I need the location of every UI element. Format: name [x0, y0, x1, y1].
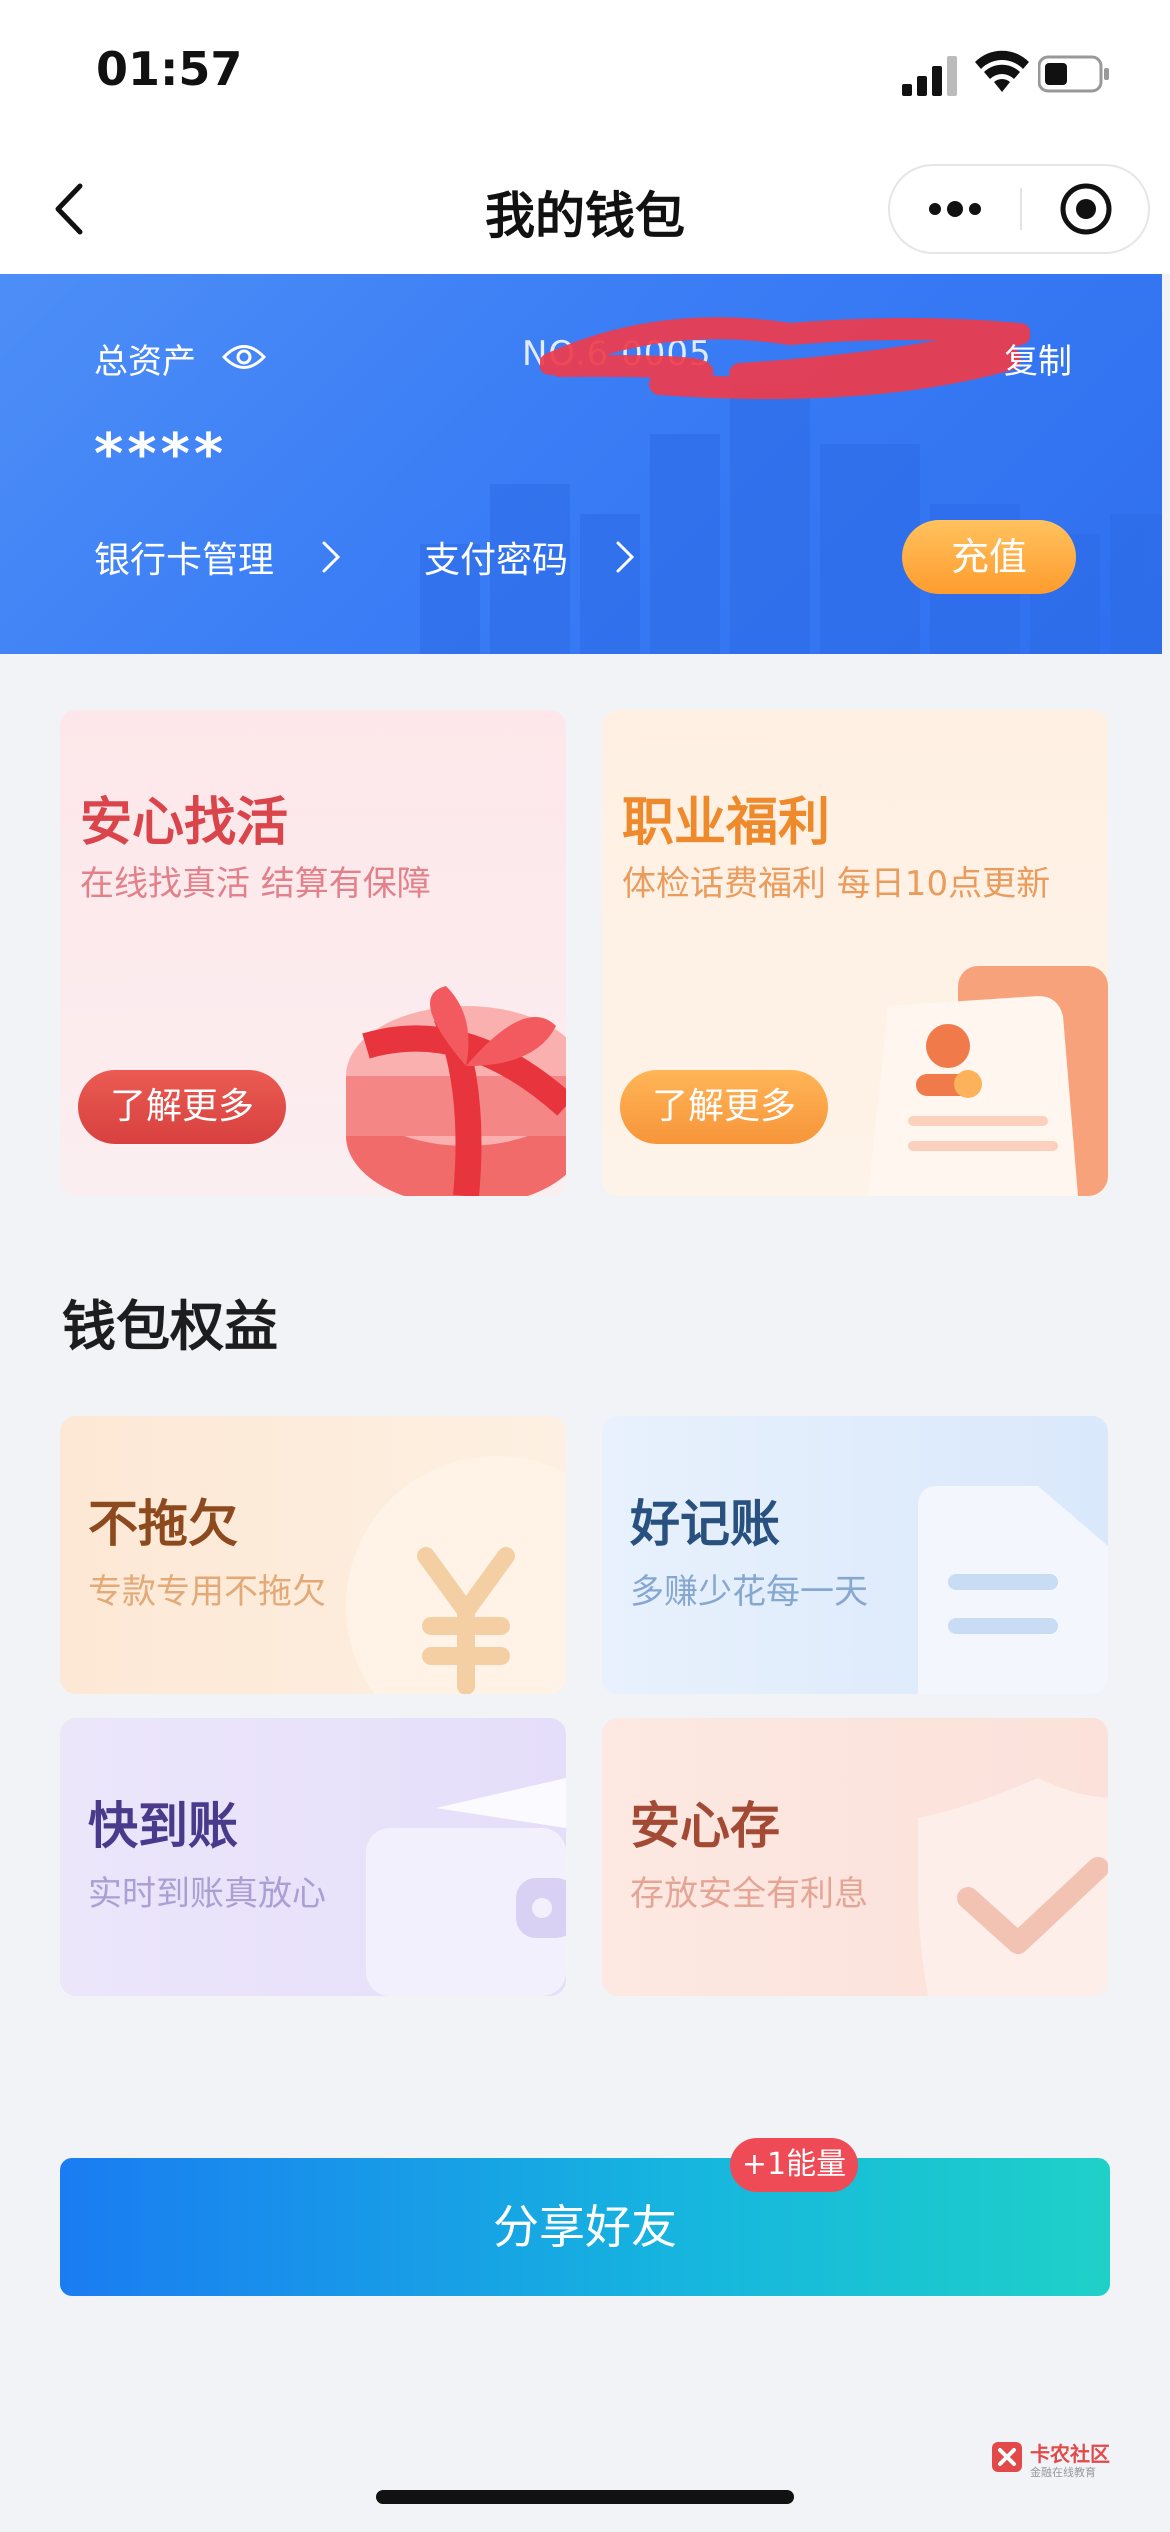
benefit-description: 多赚少花每一天 [630, 1572, 868, 1612]
benefit-card-bookkeeping[interactable]: 好记账 多赚少花每一天 [602, 1416, 1108, 1694]
benefit-description: 存放安全有利息 [630, 1874, 868, 1914]
home-indicator [376, 2490, 794, 2504]
wallet-icon [366, 1778, 566, 1996]
benefit-description: 实时到账真放心 [88, 1874, 326, 1914]
recharge-button[interactable]: 充值 [902, 520, 1076, 594]
wallet-page: 01:57 我的钱包 总资产 NO.6 0005 复制 **** 银行卡管理 支… [0, 0, 1170, 2532]
status-time: 01:57 [96, 42, 243, 96]
mini-program-capsule [888, 164, 1150, 254]
watermark-logo-icon [992, 2442, 1022, 2472]
total-assets-label: 总资产 [94, 342, 196, 382]
wallet-header: 总资产 NO.6 0005 复制 **** 银行卡管理 支付密码 充值 [0, 274, 1162, 654]
more-dots-icon [929, 201, 981, 217]
community-watermark: 卡农社区 金融在线教育 [990, 2436, 1110, 2486]
promo-card-find-work[interactable]: 安心找活 在线找真活 结算有保障 了解更多 [60, 710, 566, 1196]
benefit-card-fast-arrival[interactable]: 快到账 实时到账真放心 [60, 1718, 566, 1996]
redaction-scribble [540, 317, 1030, 400]
benefit-card-safe-deposit[interactable]: 安心存 存放安全有利息 [602, 1718, 1108, 1996]
watermark-name: 卡农社区 [1030, 2442, 1110, 2466]
benefit-title: 安心存 [630, 1797, 780, 1855]
section-title: 钱包权益 [62, 1295, 278, 1358]
bank-card-management-label: 银行卡管理 [94, 540, 275, 581]
document-icon [918, 1486, 1108, 1694]
energy-reward-badge: +1能量 [730, 2138, 858, 2192]
learn-more-button[interactable]: 了解更多 [78, 1070, 286, 1144]
promo-title: 职业福利 [622, 793, 831, 853]
profile-document-icon [868, 966, 1108, 1196]
wifi-icon [975, 50, 1029, 92]
cellular-signal-icon [902, 56, 957, 96]
promo-title: 安心找活 [80, 793, 289, 853]
benefit-title: 好记账 [630, 1495, 780, 1553]
benefit-card-no-arrears[interactable]: 不拖欠 专款专用不拖欠 [60, 1416, 566, 1694]
payment-password-link[interactable]: 支付密码 [424, 532, 636, 582]
eye-icon[interactable] [222, 340, 266, 374]
close-mini-program-button[interactable] [1022, 166, 1150, 252]
target-close-icon [1060, 183, 1112, 235]
status-bar: 01:57 [0, 0, 1170, 140]
bank-card-management-link[interactable]: 银行卡管理 [94, 532, 342, 582]
more-options-button[interactable] [890, 166, 1020, 252]
promo-description: 体检话费福利 每日10点更新 [622, 864, 1051, 904]
total-assets-value: **** [94, 422, 228, 487]
nav-bar: 我的钱包 [0, 140, 1170, 274]
chevron-right-icon [616, 541, 635, 573]
benefit-title: 不拖欠 [88, 1495, 238, 1553]
shield-check-icon [918, 1778, 1108, 1996]
battery-icon [1038, 55, 1109, 93]
watermark-subtitle: 金融在线教育 [1030, 2466, 1096, 2479]
share-with-friends-button[interactable]: 分享好友 [60, 2158, 1110, 2296]
benefit-description: 专款专用不拖欠 [88, 1572, 326, 1612]
learn-more-button[interactable]: 了解更多 [620, 1070, 828, 1144]
promo-card-career-benefits[interactable]: 职业福利 体检话费福利 每日10点更新 了解更多 [602, 710, 1108, 1196]
benefit-title: 快到账 [88, 1797, 238, 1855]
city-skyline-background [420, 384, 1162, 654]
promo-description: 在线找真活 结算有保障 [80, 864, 431, 904]
copy-button[interactable]: 复制 [1004, 334, 1072, 383]
gift-box-icon [346, 986, 566, 1196]
yen-coin-icon [346, 1456, 566, 1694]
chevron-right-icon [322, 541, 341, 573]
payment-password-label: 支付密码 [424, 540, 569, 581]
